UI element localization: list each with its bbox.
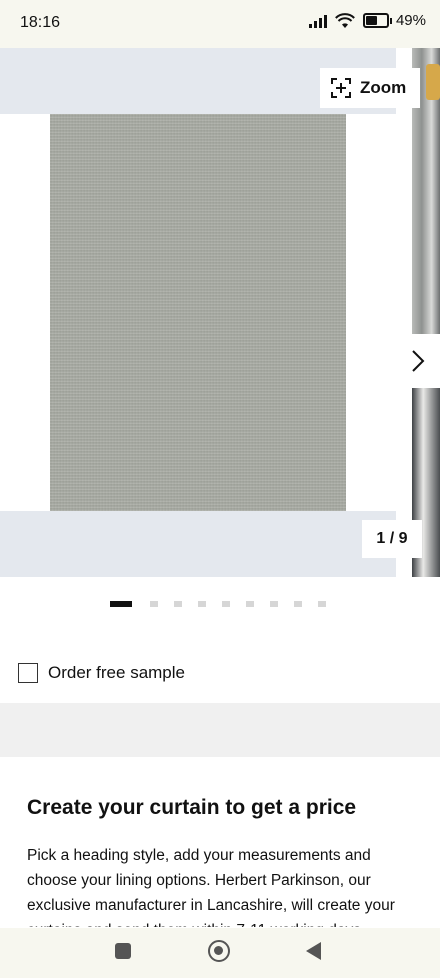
recent-apps-button[interactable] xyxy=(115,943,131,959)
home-button[interactable] xyxy=(208,940,230,962)
section-divider xyxy=(0,703,440,757)
fabric-swatch-image[interactable] xyxy=(50,114,346,511)
battery-icon xyxy=(362,13,389,28)
zoom-label: Zoom xyxy=(360,78,407,97)
gallery-pagination[interactable] xyxy=(110,600,326,608)
status-bar: 18:16 49% xyxy=(0,0,440,48)
section-title: Create your curtain to get a price xyxy=(27,796,357,819)
wifi-icon xyxy=(335,12,355,28)
pagination-dot[interactable] xyxy=(270,601,278,607)
next-image-preview[interactable] xyxy=(412,48,440,577)
back-button[interactable] xyxy=(306,942,321,960)
status-time: 18:16 xyxy=(20,14,61,31)
pagination-dot[interactable] xyxy=(110,601,132,607)
battery-indicator: 49% xyxy=(362,12,426,29)
product-gallery[interactable]: Zoom 1 / 9 xyxy=(0,48,440,577)
pagination-dot[interactable] xyxy=(294,601,302,607)
next-image-button[interactable] xyxy=(396,334,440,388)
signal-icon xyxy=(308,14,327,28)
pagination-dot[interactable] xyxy=(318,601,326,607)
system-nav-bar xyxy=(0,928,440,978)
curtain-rod xyxy=(426,64,440,100)
image-background-bottom xyxy=(0,511,396,577)
order-sample-checkbox[interactable] xyxy=(18,663,38,683)
status-icons: 49% xyxy=(308,12,426,29)
pagination-dot[interactable] xyxy=(198,601,206,607)
zoom-button[interactable]: Zoom xyxy=(320,68,420,108)
chevron-right-icon xyxy=(412,350,425,372)
gallery-main-image[interactable] xyxy=(0,48,396,577)
order-sample-label: Order free sample xyxy=(48,663,185,682)
pagination-dot[interactable] xyxy=(174,601,182,607)
image-counter: 1 / 9 xyxy=(362,520,422,558)
section-description: Pick a heading style, add your measureme… xyxy=(27,847,395,927)
pagination-dot[interactable] xyxy=(150,601,158,607)
battery-percent: 49% xyxy=(395,12,426,29)
pagination-dot[interactable] xyxy=(246,601,254,607)
pagination-dot[interactable] xyxy=(222,601,230,607)
order-sample-option[interactable]: Order free sample xyxy=(18,663,185,683)
zoom-expand-icon xyxy=(331,78,351,98)
